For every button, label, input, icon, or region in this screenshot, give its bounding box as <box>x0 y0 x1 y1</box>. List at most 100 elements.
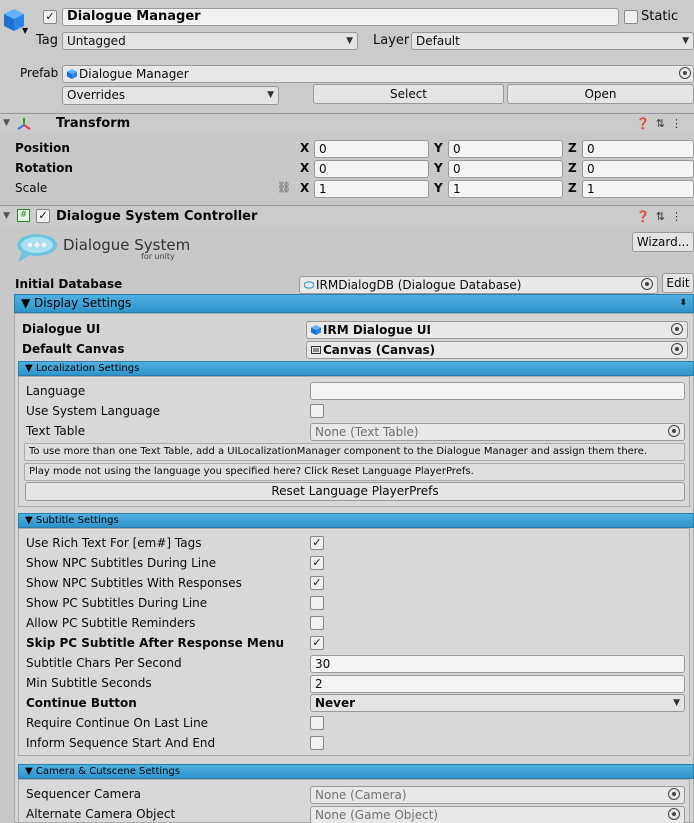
subtitle-option-label: Show PC Subtitles During Line <box>26 596 208 610</box>
prefab-icon <box>311 325 321 335</box>
prefab-field[interactable]: Dialogue Manager <box>62 65 694 83</box>
subtitle-option-checkbox[interactable]: ✓ <box>310 556 324 570</box>
subtitle-settings-foldout[interactable]: ▼ Subtitle Settings <box>18 513 694 528</box>
component-menu-icons[interactable]: ❓⇅⋮ <box>636 117 688 130</box>
subtitle-option-checkbox[interactable] <box>310 596 324 610</box>
object-picker-icon[interactable] <box>641 278 653 290</box>
controller-enabled-checkbox[interactable]: ✓ <box>36 209 50 223</box>
default-canvas-label: Default Canvas <box>22 342 125 356</box>
foldout-arrow-icon[interactable]: ▼ <box>3 118 10 128</box>
subtitle-option-label: Skip PC Subtitle After Response Menu <box>26 636 285 650</box>
dialogue-ui-value: IRM Dialogue UI <box>323 323 432 337</box>
initial-database-field[interactable]: IRMDialogDB (Dialogue Database) <box>299 276 658 294</box>
static-checkbox[interactable] <box>624 10 638 24</box>
transform-y-field[interactable]: 0 <box>448 140 563 158</box>
wizard-button[interactable]: Wizard... <box>632 232 694 252</box>
object-picker-icon[interactable] <box>671 323 683 335</box>
axis-z-label: Z <box>568 141 577 155</box>
require-continue-checkbox[interactable] <box>310 716 324 730</box>
alternate-camera-label: Alternate Camera Object <box>26 807 176 821</box>
expand-icon: ⬍ <box>679 298 687 308</box>
transform-title: Transform <box>56 116 131 131</box>
initial-database-label: Initial Database <box>15 277 123 291</box>
open-button[interactable]: Open <box>507 84 694 104</box>
inform-sequence-label: Inform Sequence Start And End <box>26 736 216 750</box>
language-field[interactable] <box>310 382 685 400</box>
subtitle-option-label: Allow PC Subtitle Reminders <box>26 616 196 630</box>
axis-y-label: Y <box>434 141 443 155</box>
chevron-down-icon: ▼ <box>673 698 680 708</box>
subtitle-option-label: Use Rich Text For [em#] Tags <box>26 536 202 550</box>
default-canvas-value: Canvas (Canvas) <box>323 343 436 357</box>
subtitle-option-checkbox[interactable]: ✓ <box>310 636 324 650</box>
overrides-dropdown[interactable]: Overrides ▼ <box>62 86 279 105</box>
subtitle-option-checkbox[interactable]: ✓ <box>310 536 324 550</box>
axis-y-label: Y <box>434 161 443 175</box>
localization-settings-foldout[interactable]: ▼ Localization Settings <box>18 361 694 376</box>
layer-label: Layer <box>373 33 410 48</box>
chevron-down-icon: ▼ <box>267 90 274 100</box>
object-picker-icon[interactable] <box>668 425 680 437</box>
axis-z-label: Z <box>568 161 577 175</box>
component-menu-icons[interactable]: ❓⇅⋮ <box>636 210 688 223</box>
object-picker-icon[interactable] <box>671 343 683 355</box>
layer-dropdown[interactable]: Default ▼ <box>411 32 694 50</box>
camera-settings-foldout[interactable]: ▼ Camera & Cutscene Settings <box>18 764 694 779</box>
object-picker-icon[interactable] <box>679 67 691 79</box>
use-system-language-checkbox[interactable] <box>310 404 324 418</box>
tag-dropdown[interactable]: Untagged ▼ <box>62 32 358 50</box>
text-table-field[interactable]: None (Text Table) <box>310 423 685 441</box>
active-checkbox[interactable]: ✓ <box>43 10 57 24</box>
axis-x-label: X <box>300 141 310 155</box>
display-settings-label: ▼ Display Settings <box>21 296 132 310</box>
subtitle-option-label: Show NPC Subtitles With Responses <box>26 576 242 590</box>
tag-value: Untagged <box>67 34 126 48</box>
transform-z-field[interactable]: 0 <box>582 160 694 178</box>
subtitle-chars-field[interactable]: 30 <box>310 655 685 673</box>
alternate-camera-field[interactable]: None (Game Object) <box>310 806 685 823</box>
subtitle-chars-label: Subtitle Chars Per Second <box>26 656 182 670</box>
script-icon: # <box>17 209 30 222</box>
dialogue-ui-label: Dialogue UI <box>22 322 101 336</box>
gameobject-name-field[interactable]: Dialogue Manager <box>62 8 619 26</box>
logo-sub-text: for unity <box>141 252 175 261</box>
inform-sequence-checkbox[interactable] <box>310 736 324 750</box>
alternate-camera-value: None (Game Object) <box>315 808 439 822</box>
object-picker-icon[interactable] <box>668 788 680 800</box>
transform-y-field[interactable]: 0 <box>448 160 563 178</box>
sequencer-camera-label: Sequencer Camera <box>26 787 142 801</box>
edit-database-button[interactable]: Edit <box>662 273 694 293</box>
reset-language-button[interactable]: Reset Language PlayerPrefs <box>25 482 685 501</box>
transform-x-field[interactable]: 0 <box>314 160 429 178</box>
min-subtitle-seconds-field[interactable]: 2 <box>310 675 685 693</box>
transform-z-field[interactable]: 1 <box>582 180 694 198</box>
language-label: Language <box>26 384 86 398</box>
constrain-proportions-icon[interactable]: ⛓ <box>277 181 291 194</box>
dialogue-ui-field[interactable]: IRM Dialogue UI <box>306 321 688 339</box>
subtitle-option-checkbox[interactable] <box>310 616 324 630</box>
text-table-value: None (Text Table) <box>315 425 419 439</box>
sequencer-camera-field[interactable]: None (Camera) <box>310 786 685 804</box>
transform-x-field[interactable]: 0 <box>314 140 429 158</box>
transform-z-field[interactable]: 0 <box>582 140 694 158</box>
transform-y-field[interactable]: 1 <box>448 180 563 198</box>
tag-label: Tag <box>36 33 59 48</box>
transform-row-label: Position <box>15 141 70 155</box>
reset-language-info: Play mode not using the language you spe… <box>24 463 685 481</box>
axis-x-label: X <box>300 181 310 195</box>
transform-icon <box>17 118 31 130</box>
static-label: Static <box>641 9 679 24</box>
subtitle-option-checkbox[interactable]: ✓ <box>310 576 324 590</box>
axis-y-label: Y <box>434 181 443 195</box>
axis-z-label: Z <box>568 181 577 195</box>
prefab-label: Prefab <box>20 66 59 80</box>
object-picker-icon[interactable] <box>668 808 680 820</box>
cube-dropdown-arrow[interactable]: ▼ <box>22 26 28 35</box>
continue-button-dropdown[interactable]: Never ▼ <box>310 694 685 712</box>
transform-x-field[interactable]: 1 <box>314 180 429 198</box>
require-continue-label: Require Continue On Last Line <box>26 716 209 730</box>
select-button[interactable]: Select <box>313 84 504 104</box>
display-settings-foldout[interactable]: ▼ Display Settings ⬍ <box>14 294 694 313</box>
foldout-arrow-icon[interactable]: ▼ <box>3 211 10 221</box>
default-canvas-field[interactable]: Canvas (Canvas) <box>306 341 688 359</box>
